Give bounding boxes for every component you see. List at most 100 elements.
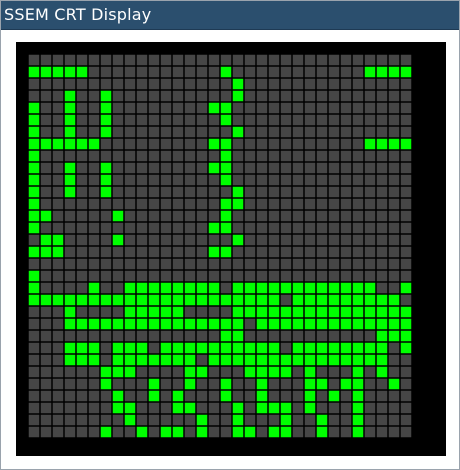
crt-bit-on (244, 342, 256, 354)
crt-bit-off (352, 126, 364, 138)
crt-bit-on (52, 66, 64, 78)
crt-bit-off (112, 378, 124, 390)
crt-bit-off (256, 330, 268, 342)
crt-bit-on (280, 318, 292, 330)
crt-bit-on (352, 294, 364, 306)
crt-bit-off (376, 258, 388, 270)
crt-bit-on (184, 378, 196, 390)
crt-bit-on (148, 294, 160, 306)
crt-bit-off (184, 234, 196, 246)
crt-bit-on (100, 318, 112, 330)
crt-bit-on (220, 222, 232, 234)
crt-bit-off (232, 378, 244, 390)
crt-bit-off (292, 102, 304, 114)
crt-bit-off (340, 210, 352, 222)
crt-bit-off (28, 258, 40, 270)
crt-bit-off (76, 90, 88, 102)
crt-bit-off (184, 66, 196, 78)
crt-bit-off (148, 246, 160, 258)
crt-bit-on (136, 426, 148, 438)
crt-bit-off (64, 78, 76, 90)
crt-bit-off (340, 330, 352, 342)
crt-bit-off (88, 186, 100, 198)
crt-bit-on (268, 318, 280, 330)
crt-bit-on (28, 162, 40, 174)
crt-bit-off (76, 174, 88, 186)
crt-bit-on (256, 366, 268, 378)
crt-bit-off (136, 222, 148, 234)
crt-bit-on (292, 282, 304, 294)
crt-bit-off (172, 78, 184, 90)
crt-bit-off (400, 150, 412, 162)
crt-bit-off (76, 186, 88, 198)
crt-bit-on (256, 294, 268, 306)
crt-bit-on (232, 306, 244, 318)
crt-bit-on (292, 318, 304, 330)
crt-bit-on (64, 126, 76, 138)
crt-bit-off (328, 270, 340, 282)
crt-bit-off (364, 402, 376, 414)
crt-bit-on (244, 306, 256, 318)
crt-bit-on (160, 294, 172, 306)
crt-bit-off (184, 414, 196, 426)
crt-bit-off (88, 162, 100, 174)
crt-bit-off (340, 246, 352, 258)
crt-bit-on (244, 426, 256, 438)
crt-bit-on (352, 366, 364, 378)
crt-bit-off (232, 114, 244, 126)
crt-bit-off (64, 282, 76, 294)
crt-bit-off (388, 102, 400, 114)
crt-bit-off (52, 210, 64, 222)
crt-bit-on (64, 102, 76, 114)
crt-bit-off (112, 306, 124, 318)
crt-bit-on (208, 222, 220, 234)
crt-bit-on (352, 282, 364, 294)
crt-bit-off (388, 402, 400, 414)
crt-bit-off (160, 102, 172, 114)
crt-bit-off (208, 66, 220, 78)
crt-bit-off (28, 78, 40, 90)
crt-bit-on (28, 222, 40, 234)
crt-bit-off (292, 378, 304, 390)
crt-bit-off (256, 198, 268, 210)
crt-bit-off (160, 234, 172, 246)
crt-bit-off (364, 378, 376, 390)
crt-bit-off (244, 198, 256, 210)
crt-bit-off (376, 282, 388, 294)
crt-bit-off (160, 414, 172, 426)
crt-bit-off (76, 162, 88, 174)
crt-bit-off (100, 258, 112, 270)
crt-bit-off (88, 126, 100, 138)
crt-bit-off (112, 66, 124, 78)
crt-bit-off (136, 258, 148, 270)
crt-bit-off (172, 114, 184, 126)
crt-bit-off (160, 174, 172, 186)
crt-bit-on (244, 294, 256, 306)
crt-bit-off (256, 150, 268, 162)
crt-bit-off (304, 198, 316, 210)
crt-bit-off (28, 426, 40, 438)
crt-bit-off (340, 114, 352, 126)
title-bar[interactable]: SSEM CRT Display (1, 1, 459, 30)
crt-bit-on (208, 138, 220, 150)
crt-bit-off (232, 210, 244, 222)
crt-bit-off (364, 390, 376, 402)
crt-bit-off (400, 366, 412, 378)
crt-bit-off (244, 210, 256, 222)
crt-bit-off (280, 126, 292, 138)
crt-bit-off (172, 378, 184, 390)
crt-bit-off (292, 138, 304, 150)
crt-bit-off (76, 390, 88, 402)
crt-bit-off (376, 426, 388, 438)
crt-bit-on (352, 390, 364, 402)
crt-bit-off (124, 378, 136, 390)
crt-bit-off (376, 414, 388, 426)
crt-bit-off (364, 426, 376, 438)
crt-bit-on (376, 354, 388, 366)
crt-bit-on (316, 318, 328, 330)
crt-bit-off (112, 222, 124, 234)
crt-bit-off (208, 186, 220, 198)
crt-bit-on (316, 426, 328, 438)
crt-bit-off (172, 102, 184, 114)
crt-bit-off (100, 354, 112, 366)
